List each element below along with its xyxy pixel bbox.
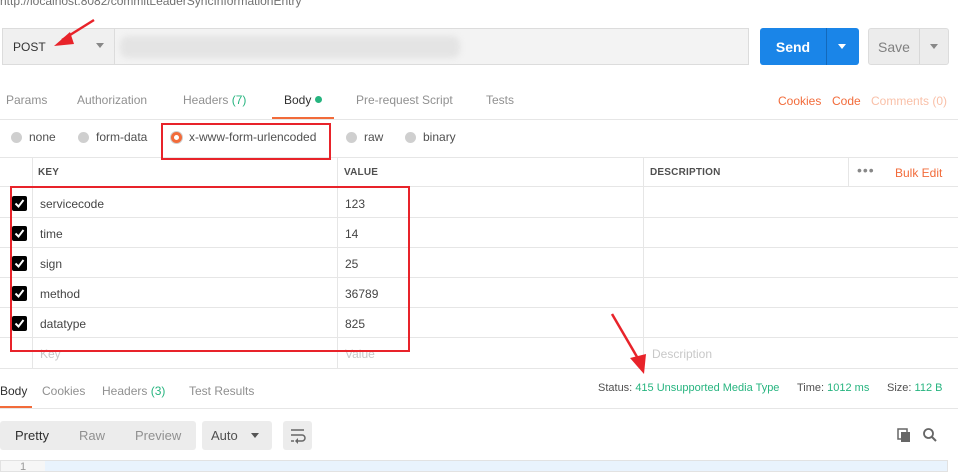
format-raw-button[interactable]: Raw — [64, 428, 120, 443]
status-value: 415 Unsupported Media Type — [635, 382, 780, 394]
status-label: Status: — [598, 382, 633, 394]
column-header-value: VALUE — [344, 167, 379, 178]
save-options-chevron-icon[interactable] — [930, 44, 938, 49]
response-tab-body[interactable]: Body — [0, 384, 27, 398]
annotation-arrow-status-icon — [610, 313, 646, 374]
editor-active-line — [45, 461, 947, 471]
body-indicator-dot — [315, 96, 323, 103]
tab-headers-count: (7) — [231, 93, 247, 107]
time-label: Time: — [797, 382, 825, 394]
response-tab-headers-label: Headers — [102, 384, 148, 398]
radio-dot — [11, 131, 22, 143]
response-status: Status: 415 Unsupported Media Type — [598, 382, 779, 394]
url-redacted-text — [120, 36, 460, 58]
radio-dot — [346, 131, 357, 143]
method-label: POST — [13, 39, 46, 54]
code-link[interactable]: Code — [832, 94, 861, 108]
comments-link[interactable]: Comments (0) — [871, 94, 947, 108]
search-icon[interactable] — [922, 427, 938, 443]
send-divider — [826, 28, 827, 65]
response-size: Size: 112 B — [887, 382, 942, 394]
format-preview-button[interactable]: Preview — [120, 428, 196, 443]
more-options-icon[interactable]: ••• — [857, 162, 875, 178]
response-time: Time: 1012 ms — [797, 382, 869, 394]
radio-dot — [405, 131, 416, 143]
request-url-partial: http://localhost:8082/commitLeaderSyncIn… — [0, 0, 302, 8]
radio-dot — [78, 131, 89, 143]
annotation-box-params — [10, 186, 410, 352]
format-pretty-button[interactable]: Pretty — [0, 428, 64, 443]
column-header-key: KEY — [38, 167, 60, 178]
radio-raw[interactable]: raw — [346, 130, 383, 144]
tab-params[interactable]: Params — [6, 93, 47, 107]
response-tab-headers-count: (3) — [150, 384, 166, 398]
radio-form-data[interactable]: form-data — [78, 130, 147, 144]
radio-none-label: none — [29, 130, 56, 144]
tab-headers[interactable]: Headers (7) — [183, 93, 246, 107]
radio-raw-label: raw — [364, 130, 384, 144]
line-number: 1 — [20, 461, 27, 472]
response-tab-headers[interactable]: Headers (3) — [102, 384, 165, 398]
tab-prerequest-script[interactable]: Pre-request Script — [356, 93, 453, 107]
radio-none[interactable]: none — [11, 130, 56, 144]
size-value: 112 B — [914, 382, 943, 394]
cookies-link[interactable]: Cookies — [778, 94, 821, 108]
radio-form-data-label: form-data — [96, 130, 148, 144]
column-header-description: DESCRIPTION — [650, 167, 721, 178]
save-button[interactable]: Save — [868, 28, 949, 65]
send-label: Send — [775, 38, 811, 55]
tab-authorization[interactable]: Authorization — [77, 93, 147, 107]
wrap-lines-icon — [291, 429, 306, 444]
annotation-arrow-method-icon — [54, 18, 95, 46]
language-label: Auto — [211, 428, 238, 443]
wrap-lines-button[interactable] — [283, 421, 312, 450]
tab-body-label: Body — [284, 93, 312, 107]
size-label: Size: — [887, 382, 912, 394]
annotation-box-body-type — [161, 123, 331, 160]
column-divider — [848, 157, 849, 187]
tab-body[interactable]: Body — [284, 93, 323, 107]
new-description-input[interactable]: Description — [652, 347, 712, 361]
radio-binary[interactable]: binary — [405, 130, 456, 144]
response-format-group: Pretty Raw Preview — [0, 421, 197, 450]
table-bottom-border — [0, 368, 958, 369]
response-editor[interactable] — [0, 460, 948, 472]
copy-icon[interactable] — [896, 427, 912, 443]
response-tab-cookies[interactable]: Cookies — [42, 384, 85, 398]
response-tab-test-results[interactable]: Test Results — [189, 384, 254, 398]
tabs-divider — [0, 119, 958, 120]
save-label: Save — [878, 38, 910, 55]
radio-binary-label: binary — [423, 130, 456, 144]
time-value: 1012 ms — [827, 382, 870, 394]
send-button[interactable]: Send — [760, 28, 859, 65]
params-table-header — [0, 157, 958, 187]
chevron-down-icon — [250, 433, 259, 438]
language-select[interactable]: Auto — [202, 421, 272, 450]
response-tabs-divider — [0, 408, 958, 409]
tab-headers-label: Headers — [183, 93, 229, 107]
save-divider — [919, 29, 920, 64]
tab-tests[interactable]: Tests — [486, 93, 514, 107]
send-options-chevron-icon[interactable] — [838, 44, 846, 49]
bulk-edit-link[interactable]: Bulk Edit — [895, 166, 942, 180]
